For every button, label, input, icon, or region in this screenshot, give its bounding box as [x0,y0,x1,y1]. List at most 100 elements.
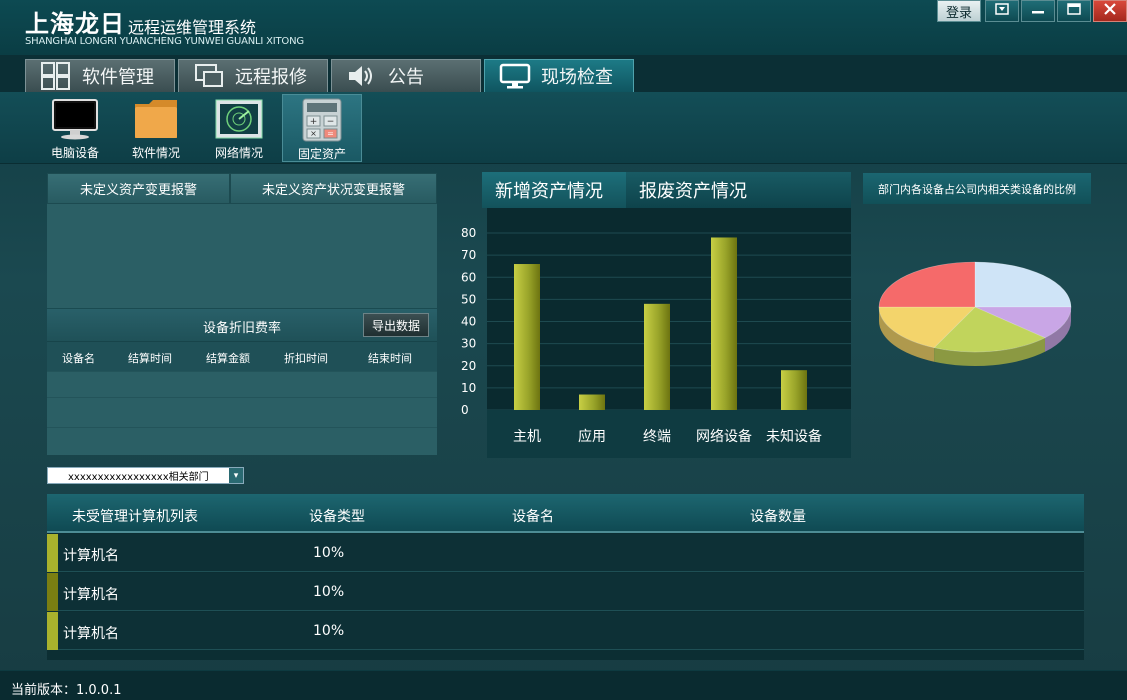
bar-4[interactable] [781,370,807,410]
chart-tabs: 新增资产情况 报废资产情况 [482,172,851,208]
y-tick-label: 50 [461,292,476,306]
bar-chart: 0 10 20 30 40 50 60 70 80 主机 应用 终端 网络设备 未知设备 [461,208,851,458]
x-tick-label: 网络设备 [696,428,752,445]
column-header: 结算金额 [206,352,250,365]
svg-text:−: − [327,117,335,127]
bar-0[interactable] [514,264,540,410]
column-header: 结束时间 [368,352,412,365]
cell-computer-name: 计算机名 [63,587,119,603]
tool-computer-devices[interactable]: 电脑设备 [38,94,112,162]
y-tick-label: 40 [461,315,476,329]
y-tick-label: 70 [461,248,476,262]
version-label: 当前版本：1.0.0.1 [11,683,122,698]
table-row[interactable] [47,427,437,455]
y-tick-label: 0 [461,403,469,417]
grid-icon [40,62,72,90]
x-tick-label: 未知设备 [766,428,822,445]
alarm-list [47,204,437,308]
y-tick-label: 80 [461,226,476,240]
chevron-down-icon[interactable]: ▾ [229,468,243,483]
department-select-value: xxxxxxxxxxxxxxxxx相关部门 [68,472,209,483]
pie-chart-title: 部门内各设备占公司内相关类设备的比例 [863,173,1091,204]
svg-text:=: = [327,129,334,138]
bar-3[interactable] [711,237,737,410]
tool-label: 电脑设备 [50,146,99,160]
tool-network-status[interactable]: 网络情况 [202,94,276,162]
tab-scrapped-assets[interactable]: 报废资产情况 [626,172,851,208]
row-marker [47,612,58,650]
tool-fixed-assets[interactable]: + − × = 固定资产 [282,94,362,162]
depreciation-header: 设备折旧费率 导出数据 [47,308,437,341]
table-row[interactable] [47,397,437,427]
column-header: 设备名 [62,352,95,365]
pie-slice-0[interactable] [974,261,1072,308]
column-header: 设备名 [512,509,554,525]
x-tick-label: 主机 [513,429,541,445]
table-row[interactable]: 计算机名 10% [47,612,1084,650]
x-tick-label: 应用 [578,428,606,445]
title-bar: 上海龙日 远程运维管理系统 SHANGHAI LONGRI YUANCHENG … [0,0,1127,55]
maximize-button[interactable] [1057,0,1091,22]
speaker-icon [346,62,378,90]
login-button[interactable]: 登录 [937,0,981,22]
tab-label: 公告 [388,67,424,88]
tab-undefined-asset-status-alarm[interactable]: 未定义资产状况变更报警 [230,173,437,204]
cell-device-type: 10% [313,584,345,600]
pie-chart [878,261,1072,366]
tool-software-status[interactable]: 软件情况 [119,94,193,162]
close-icon [1103,3,1117,19]
asset-chart-panel: 新增资产情况 报废资产情况 0 10 20 30 40 50 60 70 80 主机 应用 终端 网络设… [461,172,851,458]
row-marker [47,534,58,572]
menu-dropdown-button[interactable] [985,0,1019,22]
minimize-button[interactable] [1021,0,1055,22]
tab-label: 远程报修 [235,67,307,88]
app-title: 上海龙日 [25,10,125,38]
tab-software-management[interactable]: 软件管理 [25,59,175,92]
tab-announcement[interactable]: 公告 [331,59,481,92]
sub-toolbar: 电脑设备 软件情况 网络情况 + − × = 固定资产 [0,92,1127,164]
radar-icon [214,96,264,142]
tab-remote-repair[interactable]: 远程报修 [178,59,328,92]
pie-slice-4[interactable] [878,261,976,308]
x-tick-label: 终端 [643,429,671,445]
tab-undefined-asset-change-alarm[interactable]: 未定义资产变更报警 [47,173,230,204]
unmanaged-computers-table: 未受管理计算机列表 设备类型 设备名 设备数量 计算机名 10% 计算机名 10… [47,494,1084,660]
table-header: 未受管理计算机列表 设备类型 设备名 设备数量 [47,494,1084,533]
app-window: 上海龙日 远程运维管理系统 SHANGHAI LONGRI YUANCHENG … [0,0,1127,700]
tool-label: 软件情况 [131,146,180,160]
cell-device-type: 10% [313,623,345,639]
svg-text:×: × [310,129,317,138]
export-data-button[interactable]: 导出数据 [363,313,429,337]
tool-label: 固定资产 [297,147,346,161]
table-row[interactable]: 计算机名 10% [47,573,1084,611]
y-tick-label: 60 [461,270,476,284]
cell-computer-name: 计算机名 [63,626,119,642]
column-header: 设备数量 [750,509,806,525]
column-header: 结算时间 [128,352,172,365]
row-marker [47,573,58,611]
y-tick-label: 20 [461,359,476,373]
department-select[interactable]: xxxxxxxxxxxxxxxxx相关部门 ▾ [47,467,244,484]
tab-label: 软件管理 [82,67,154,88]
app-subtitle: SHANGHAI LONGRI YUANCHENG YUNWEI GUANLI … [25,36,304,47]
maximize-icon [1067,3,1081,19]
status-bar: 当前版本：1.0.0.1 [0,670,1127,700]
table-row[interactable]: 计算机名 10% [47,534,1084,572]
minimize-icon [1031,3,1045,19]
main-tabs: 软件管理 远程报修 公告 现场检查 [0,55,1127,92]
column-header: 未受管理计算机列表 [72,509,198,525]
monitor-icon [499,62,531,90]
depreciation-table-header: 设备名 结算时间 结算金额 折扣时间 结束时间 [47,341,437,371]
svg-text:+: + [310,117,318,127]
dropdown-icon [995,3,1009,19]
tab-new-assets[interactable]: 新增资产情况 [482,172,626,208]
bar-1[interactable] [579,394,605,410]
close-button[interactable] [1093,0,1127,22]
monitor-pair-icon [193,62,225,90]
window-controls: 登录 [935,0,1127,24]
calculator-icon: + − × = [297,97,347,143]
y-tick-label: 30 [461,337,476,351]
bar-2[interactable] [644,303,670,410]
tab-site-inspection[interactable]: 现场检查 [484,59,634,92]
y-tick-label: 10 [461,381,476,395]
